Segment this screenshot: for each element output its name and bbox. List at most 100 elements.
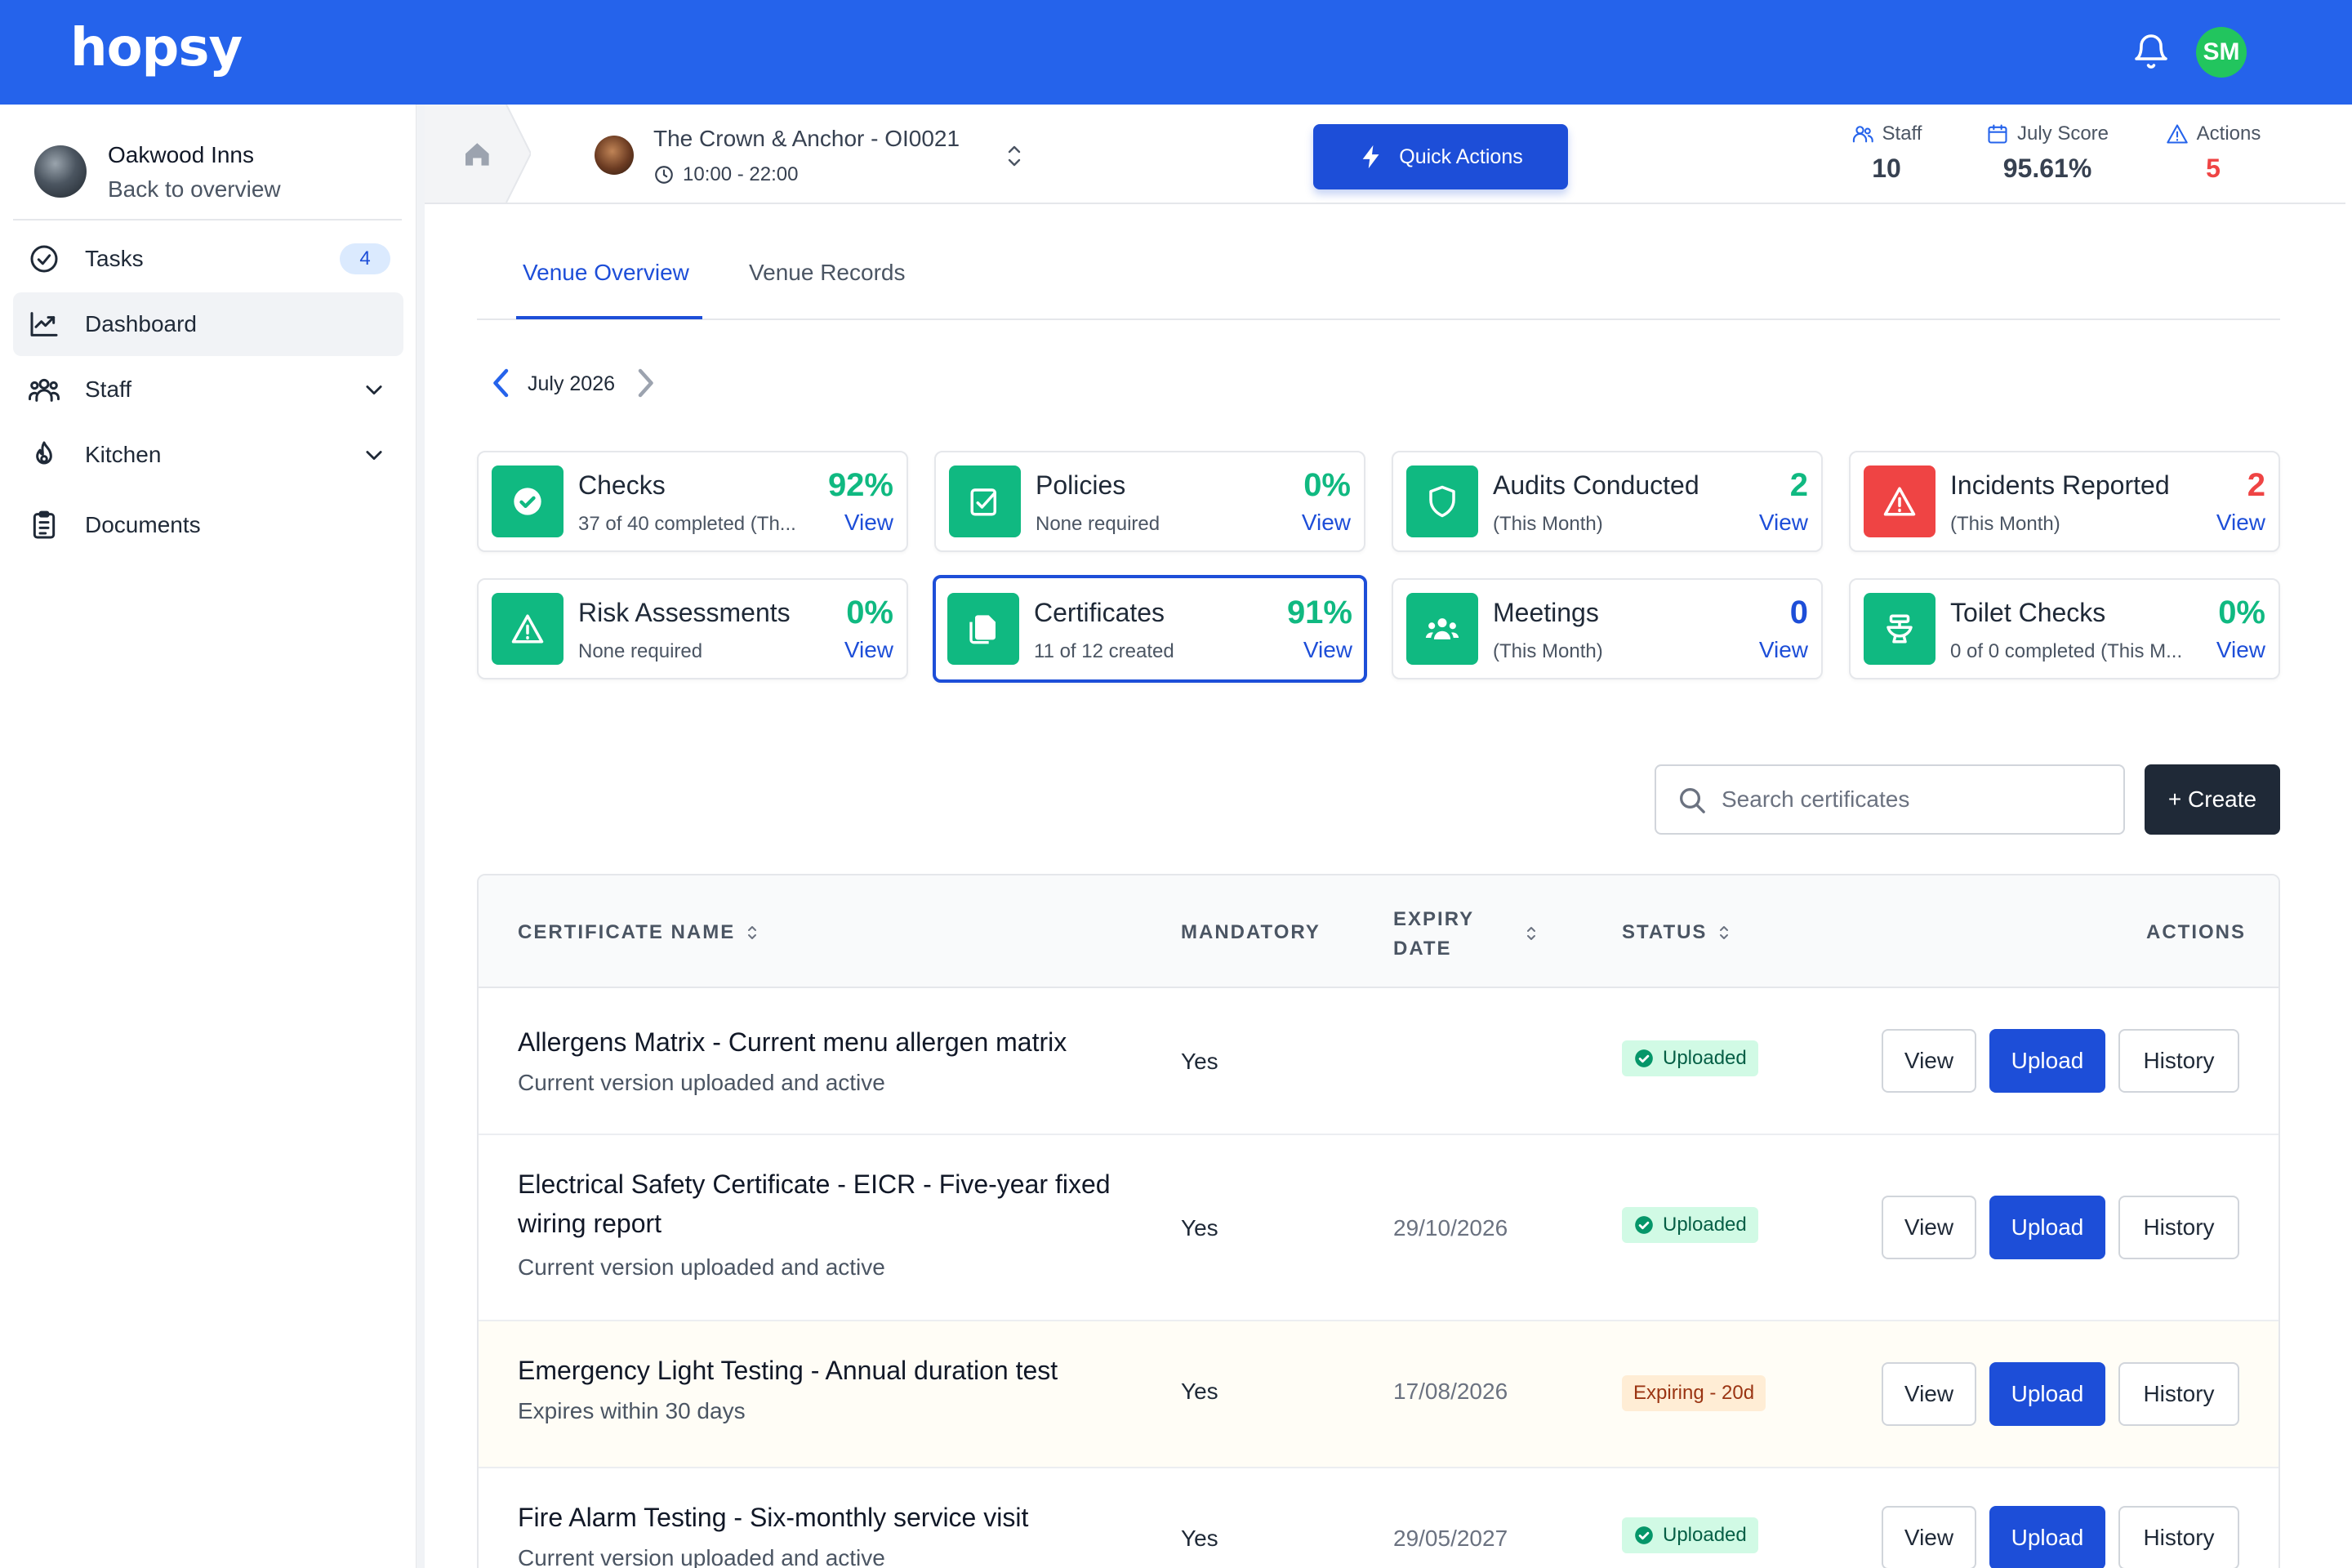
bell-icon[interactable] [2132, 33, 2171, 72]
certificate-description: Current version uploaded and active [518, 1545, 885, 1568]
history-button[interactable]: History [2118, 1362, 2239, 1426]
card-certificates[interactable]: Certificates 11 of 12 created 91% View [933, 575, 1367, 683]
chevron-right-icon[interactable] [630, 366, 660, 400]
breadcrumb-home[interactable] [425, 105, 531, 203]
chart-line-icon [30, 312, 58, 336]
chevron-down-icon[interactable] [363, 378, 385, 401]
card-icon-box [1864, 466, 1936, 537]
expiry-date: 17/08/2026 [1393, 1379, 1508, 1404]
alert-icon [1883, 487, 1916, 516]
sidebar-item-documents[interactable]: Documents [13, 493, 403, 557]
checklist-icon [970, 488, 996, 516]
flame-icon [36, 441, 52, 465]
upload-button[interactable]: Upload [1989, 1029, 2105, 1093]
status-text: Uploaded [1663, 1524, 1747, 1546]
card-subtitle: 37 of 40 completed (Th... [578, 513, 796, 535]
view-button[interactable]: View [1882, 1196, 1976, 1259]
search-input[interactable] [1722, 774, 2105, 825]
column-header-certificate-name[interactable]: CERTIFICATE NAME [518, 921, 758, 944]
card-value: 0 [1789, 595, 1808, 630]
tab-venue-overview[interactable]: Venue Overview [523, 260, 689, 286]
card-title: Incidents Reported [1950, 470, 2170, 500]
org-avatar [34, 145, 87, 198]
card-value: 91% [1286, 595, 1352, 630]
sidebar-item-dashboard[interactable]: Dashboard [13, 292, 403, 356]
sidebar-item-kitchen[interactable]: Kitchen [13, 423, 403, 487]
card-value: 2 [2247, 467, 2265, 503]
column-header-expiry-date[interactable]: EXPIRY DATE [1393, 905, 1474, 964]
venue-name[interactable]: The Crown & Anchor - OI0021 [653, 126, 960, 152]
chevron-up-down-icon[interactable] [1004, 142, 1024, 170]
upload-button[interactable]: Upload [1989, 1196, 2105, 1259]
active-tab-indicator [516, 316, 702, 319]
card-view-link[interactable]: View [2216, 510, 2265, 536]
chevron-left-icon[interactable] [487, 366, 516, 400]
upload-button[interactable]: Upload [1989, 1506, 2105, 1568]
sidebar-item-tasks[interactable]: Tasks 4 [13, 227, 403, 291]
card-view-link[interactable]: View [1759, 637, 1808, 663]
status-text: Uploaded [1663, 1047, 1747, 1069]
back-to-overview-link[interactable]: Back to overview [108, 176, 281, 203]
certificate-name: Electrical Safety Certificate - EICR - F… [518, 1169, 1111, 1238]
mandatory-value: Yes [1181, 1526, 1218, 1551]
user-avatar[interactable]: SM [2196, 27, 2247, 78]
sidebar-item-label: Staff [85, 376, 132, 402]
create-button[interactable]: + Create [2145, 764, 2280, 835]
history-button[interactable]: History [2118, 1506, 2239, 1568]
card-value: 0% [1303, 467, 1351, 503]
search-icon [1680, 788, 1705, 813]
venue-avatar [595, 136, 634, 175]
warning-icon [2166, 124, 2188, 144]
certificate-description: Current version uploaded and active [518, 1070, 885, 1095]
stat-july-score[interactable]: July Score 95.61% [1960, 122, 2135, 184]
card-risk-assessments[interactable]: Risk Assessments None required 0% View [477, 578, 908, 679]
card-policies[interactable]: Policies None required 0% View [934, 451, 1365, 552]
lightning-icon [1362, 145, 1379, 169]
users-icon [29, 378, 60, 402]
status-text: Expiring - 20d [1633, 1382, 1755, 1404]
stat-value: 10 [1872, 154, 1901, 183]
card-view-link[interactable]: View [2216, 637, 2265, 663]
sort-icon[interactable] [1526, 924, 1537, 942]
month-label: July 2026 [528, 372, 616, 395]
view-button[interactable]: View [1882, 1506, 1976, 1568]
tab-venue-records[interactable]: Venue Records [749, 260, 905, 286]
stat-actions[interactable]: Actions 5 [2148, 122, 2278, 184]
mandatory-value: Yes [1181, 1215, 1218, 1241]
stat-label: Staff [1882, 122, 1922, 145]
card-view-link[interactable]: View [844, 637, 893, 663]
app-logo[interactable]: hopsy [70, 18, 243, 78]
view-button[interactable]: View [1882, 1362, 1976, 1426]
history-button[interactable]: History [2118, 1029, 2239, 1093]
card-value: 2 [1789, 467, 1808, 503]
quick-actions-button[interactable]: Quick Actions [1313, 124, 1568, 189]
card-view-link[interactable]: View [1303, 637, 1352, 663]
card-meetings[interactable]: Meetings (This Month) 0 View [1392, 578, 1823, 679]
sidebar-item-staff[interactable]: Staff [13, 358, 403, 421]
stat-staff[interactable]: Staff 10 [1829, 122, 1944, 184]
card-audits-conducted[interactable]: Audits Conducted (This Month) 2 View [1392, 451, 1823, 552]
sort-icon [748, 926, 757, 939]
card-view-link[interactable]: View [1302, 510, 1351, 536]
table-row: Emergency Light Testing - Annual duratio… [479, 1321, 2278, 1468]
card-view-link[interactable]: View [1759, 510, 1808, 536]
chevron-down-icon[interactable] [363, 443, 385, 466]
sidebar-item-label: Tasks [85, 246, 144, 271]
mandatory-value: Yes [1181, 1049, 1218, 1074]
card-icon-box [947, 593, 1019, 665]
shield-icon [1429, 485, 1455, 518]
card-checks[interactable]: Checks 37 of 40 completed (Th... 92% Vie… [477, 451, 908, 552]
card-incidents-reported[interactable]: Incidents Reported (This Month) 2 View [1849, 451, 2280, 552]
card-value: 0% [2218, 595, 2265, 630]
card-title: Risk Assessments [578, 598, 791, 627]
card-toilet-checks[interactable]: Toilet Checks 0 of 0 completed (This M..… [1849, 578, 2280, 679]
column-header-status[interactable]: STATUS [1622, 921, 1730, 944]
card-icon-box [1406, 593, 1478, 665]
card-value: 92% [827, 467, 893, 503]
upload-button[interactable]: Upload [1989, 1362, 2105, 1426]
history-button[interactable]: History [2118, 1196, 2239, 1259]
view-button[interactable]: View [1882, 1029, 1976, 1093]
card-icon-box [1864, 593, 1936, 665]
clipboard-icon [33, 510, 56, 539]
card-view-link[interactable]: View [844, 510, 893, 536]
